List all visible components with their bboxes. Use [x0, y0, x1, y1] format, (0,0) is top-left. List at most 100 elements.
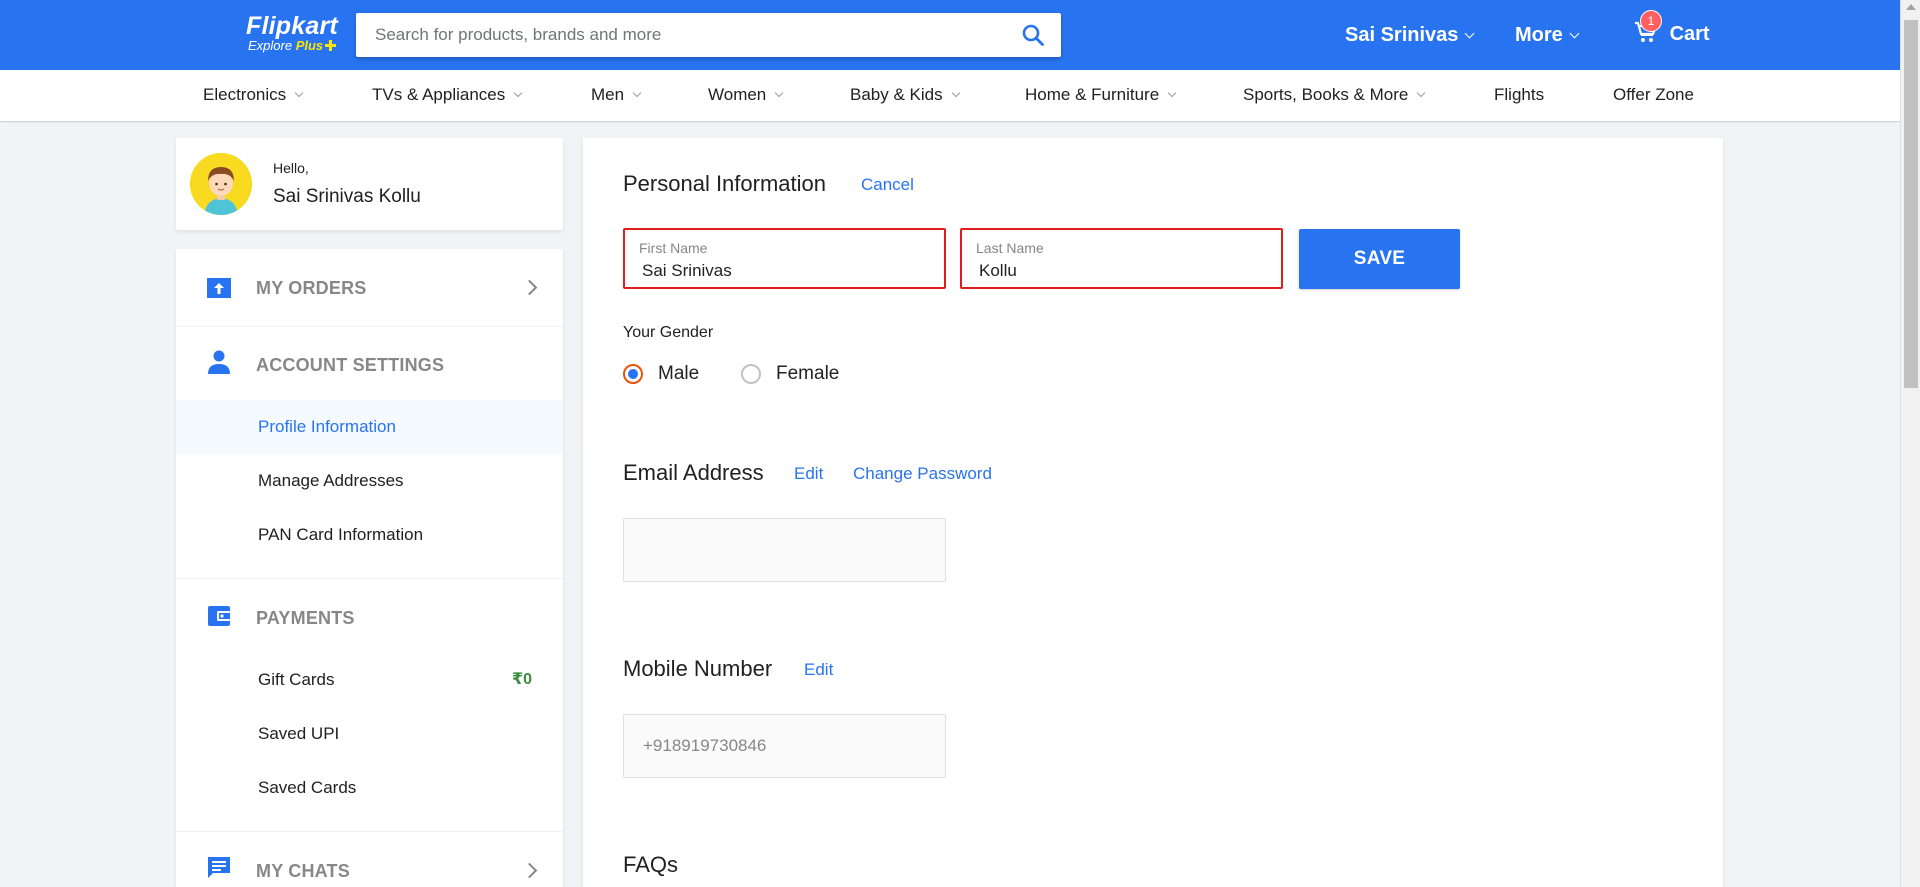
last-name-field[interactable]: Last Name Kollu	[960, 228, 1283, 289]
logo-tagline-prefix: Explore	[248, 38, 293, 53]
gender-male-label: Male	[658, 363, 700, 384]
save-button[interactable]: SAVE	[1299, 229, 1460, 289]
cancel-link[interactable]: Cancel	[861, 175, 914, 195]
change-password-link[interactable]: Change Password	[853, 464, 992, 484]
more-menu[interactable]: More	[1515, 24, 1580, 47]
category-home-furniture[interactable]: Home & Furniture	[1025, 85, 1177, 105]
gender-male-radio[interactable]: Male	[623, 362, 699, 386]
mobile-title: Mobile Number	[623, 656, 773, 681]
greeting-text: Hello,	[273, 160, 309, 176]
category-bar: Electronics TVs & Appliances Men Women B…	[0, 70, 1900, 121]
orders-icon	[207, 278, 231, 298]
sidebar-section-account-settings: ACCOUNT SETTINGS	[176, 327, 563, 399]
chevron-down-icon	[775, 88, 784, 98]
profile-greeting-card: Hello, Sai Srinivas Kollu	[176, 138, 563, 230]
chevron-down-icon	[294, 88, 304, 98]
radio-selected-icon	[623, 364, 643, 384]
category-offer-zone[interactable]: Offer Zone	[1613, 85, 1694, 105]
logo-tagline-plus: Plus	[295, 38, 324, 53]
chevron-down-icon	[514, 88, 523, 98]
category-baby-kids[interactable]: Baby & Kids	[850, 85, 960, 105]
scroll-up-arrow-icon[interactable]	[1906, 4, 1916, 10]
sidebar-item-profile-information[interactable]: Profile Information	[176, 400, 563, 454]
user-menu-label: Sai Srinivas	[1345, 24, 1459, 46]
flipkart-logo[interactable]: Flipkart Explore Plus	[246, 12, 338, 53]
more-menu-label: More	[1515, 24, 1563, 46]
category-flights[interactable]: Flights	[1494, 85, 1544, 105]
email-edit-link[interactable]: Edit	[794, 464, 823, 484]
search-icon[interactable]	[1021, 23, 1045, 47]
email-title: Email Address	[623, 460, 764, 485]
logo-brand: Flipkart	[246, 12, 338, 40]
category-label: Electronics	[203, 85, 287, 104]
email-field[interactable]	[623, 518, 946, 582]
cart-label: Cart	[1669, 23, 1710, 45]
category-sports-books[interactable]: Sports, Books & More	[1243, 85, 1426, 105]
user-account-menu[interactable]: Sai Srinivas	[1345, 24, 1475, 47]
avatar	[190, 153, 252, 215]
user-avatar-icon	[190, 153, 252, 215]
gift-cards-label: Gift Cards	[258, 670, 335, 689]
gender-female-radio[interactable]: Female	[741, 362, 839, 386]
category-electronics[interactable]: Electronics	[203, 85, 304, 105]
chevron-down-icon	[632, 88, 642, 98]
last-name-label: Last Name	[976, 240, 1044, 256]
category-label: Sports, Books & More	[1243, 85, 1409, 104]
profile-main-panel: Personal Information Cancel First Name S…	[583, 138, 1723, 887]
search-input[interactable]	[356, 13, 996, 57]
category-label: Baby & Kids	[850, 85, 943, 104]
chevron-down-icon	[1464, 28, 1475, 39]
faqs-title: FAQs	[623, 852, 679, 877]
plus-icon	[325, 40, 337, 51]
category-label: Home & Furniture	[1025, 85, 1160, 104]
cart-button[interactable]: 1 Cart	[1634, 10, 1710, 46]
category-label: Offer Zone	[1613, 85, 1694, 104]
logo-tagline: Explore Plus	[248, 38, 338, 53]
sidebar-item-saved-cards[interactable]: Saved Cards	[176, 761, 563, 815]
chevron-down-icon	[951, 88, 960, 98]
category-label: Women	[708, 85, 767, 104]
chevron-down-icon	[1569, 28, 1580, 39]
sidebar-heading-payments: PAYMENTS	[256, 608, 355, 628]
scrollbar-thumb[interactable]	[1904, 20, 1918, 388]
sidebar-item-manage-addresses[interactable]: Manage Addresses	[176, 454, 563, 508]
sidebar-heading-my-chats: MY CHATS	[256, 861, 350, 881]
page-scrollbar[interactable]	[1900, 0, 1920, 887]
category-label: Men	[591, 85, 625, 104]
sidebar-item-my-orders[interactable]: MY ORDERS	[176, 249, 563, 326]
category-tvs-appliances[interactable]: TVs & Appliances	[372, 85, 523, 105]
chat-icon	[208, 857, 230, 878]
first-name-field[interactable]: First Name Sai Srinivas	[623, 228, 946, 289]
first-name-label: First Name	[639, 240, 708, 256]
sidebar-item-saved-upi[interactable]: Saved UPI	[176, 707, 563, 761]
radio-unselected-icon	[741, 364, 761, 384]
sidebar-item-gift-cards[interactable]: Gift Cards ₹0	[176, 653, 563, 707]
account-sidebar: MY ORDERS ACCOUNT SETTINGS Profile Infor…	[176, 249, 563, 887]
search-bar	[356, 13, 1061, 57]
person-icon	[208, 350, 230, 374]
sidebar-item-my-chats[interactable]: MY CHATS	[176, 832, 563, 887]
gift-cards-balance: ₹0	[511, 671, 532, 688]
category-label: TVs & Appliances	[372, 85, 506, 104]
personal-info-title: Personal Information	[623, 171, 826, 196]
cart-count-badge: 1	[1640, 10, 1662, 32]
chevron-down-icon	[1167, 88, 1177, 98]
last-name-value: Kollu	[979, 261, 1017, 280]
top-header: Flipkart Explore Plus Sai Srinivas More …	[0, 0, 1900, 70]
sidebar-item-pan-card[interactable]: PAN Card Information	[176, 508, 563, 562]
wallet-icon	[208, 606, 230, 626]
chevron-right-icon	[521, 279, 538, 296]
category-label: Flights	[1494, 85, 1545, 104]
first-name-value: Sai Srinivas	[642, 261, 732, 280]
sidebar-heading-account-settings: ACCOUNT SETTINGS	[256, 355, 445, 375]
mobile-field[interactable]: +918919730846	[623, 714, 946, 778]
mobile-edit-link[interactable]: Edit	[804, 660, 833, 680]
category-men[interactable]: Men	[591, 85, 642, 105]
gender-female-label: Female	[776, 363, 840, 384]
sidebar-heading-my-orders: MY ORDERS	[256, 278, 367, 298]
gender-label: Your Gender	[623, 324, 714, 341]
category-women[interactable]: Women	[708, 85, 784, 105]
sidebar-section-payments: PAYMENTS	[176, 579, 563, 651]
user-full-name: Sai Srinivas Kollu	[273, 186, 421, 207]
chevron-down-icon	[1417, 88, 1426, 98]
